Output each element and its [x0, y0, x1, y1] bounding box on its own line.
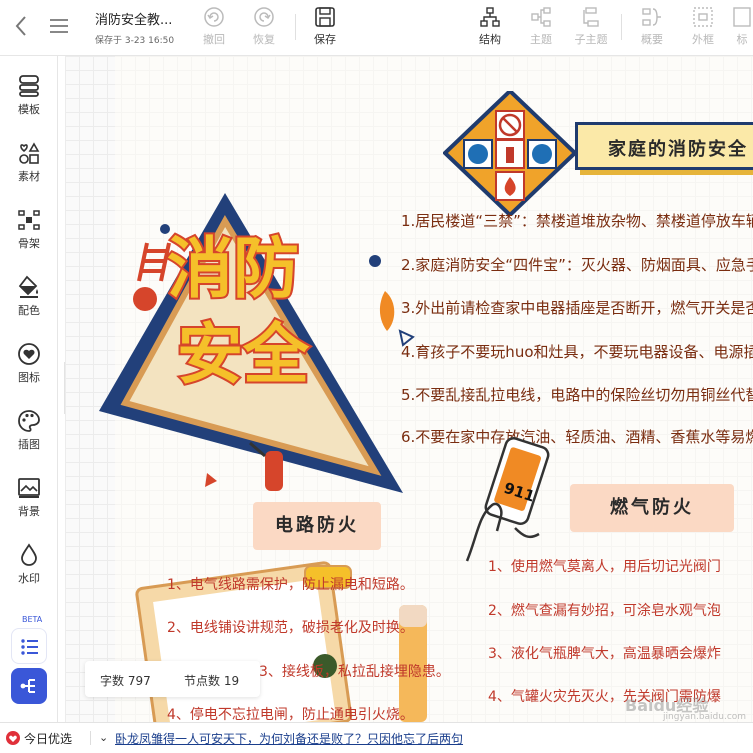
left-sidebar: 模板 素材 骨架 配色 图标 插图 背景 水印 BETA — [0, 56, 58, 722]
subtopic-button[interactable]: 子主题 — [569, 4, 613, 50]
rule-item[interactable]: 1.居民楼道“三禁”：禁楼道堆放杂物、禁楼道停放车辆 — [401, 210, 753, 231]
assets-icon — [19, 142, 40, 164]
gas-tip-item[interactable]: 1、使用燃气莫离人，用后切记光阀门 — [488, 556, 721, 576]
sidebar-item-label: 配色 — [18, 304, 40, 317]
sidebar-item-label: 素材 — [18, 170, 40, 183]
rule-item[interactable]: 4.育孩子不要玩huo和灶具，不要玩电器设备、电源插座 — [401, 341, 753, 362]
circuit-tip-item[interactable]: 2、电线铺设讲规范，破损老化及时换。 — [167, 617, 414, 637]
circuit-section-label: 电路防火 — [275, 515, 359, 536]
gas-tip-item[interactable]: 3、液化气瓶脾气大，高温暴晒会爆炸 — [488, 643, 721, 663]
fire-safety-signs-illustration — [443, 91, 578, 216]
summary-label: 概要 — [641, 33, 663, 46]
sidebar-item-template[interactable]: 模板 — [0, 66, 58, 122]
redo-button[interactable]: 恢复 — [242, 4, 286, 50]
rule-item[interactable]: 6.不要在家中存放汽油、轻质油、酒精、香蕉水等易燃物 — [401, 426, 753, 447]
rule-item[interactable]: 2.家庭消防安全“四件宝”：灭火器、防烟面具、应急手电 — [401, 254, 753, 275]
frame-icon — [693, 7, 713, 27]
sidebar-item-label: 插图 — [18, 438, 40, 451]
undo-icon — [204, 7, 224, 27]
sidebar-item-label: 背景 — [18, 505, 40, 518]
sidebar-item-color[interactable]: 配色 — [0, 267, 58, 323]
heading-badge[interactable]: 家庭的消防安全 — [575, 122, 753, 170]
save-status: 保存于 3-23 16:50 — [95, 36, 175, 46]
sidebar-item-label: 水印 — [18, 572, 40, 585]
news-bar: 今日优选 ⌄ 卧龙凤雏得一人可安天下，为何刘备还是败了？只因他忘了后两句 — [0, 722, 753, 753]
toolbar-divider — [621, 14, 622, 40]
phone-hand-illustration: 911 — [465, 436, 550, 562]
palette-icon — [18, 410, 40, 432]
structure-label: 结构 — [479, 33, 501, 46]
news-bar-label: 今日优选 — [24, 732, 73, 746]
news-headline-link[interactable]: 卧龙凤雏得一人可安天下，为何刘备还是败了？只因他忘了后两句 — [115, 730, 463, 747]
sidebar-item-icons[interactable]: 图标 — [0, 334, 58, 390]
sidebar-item-watermark[interactable]: 水印 — [0, 535, 58, 591]
beta-badge: BETA — [22, 615, 43, 624]
frame-label: 外框 — [692, 33, 714, 46]
structure-icon — [480, 7, 500, 27]
circuit-tip-item[interactable]: 3、接线板，私拉乱接埋隐患。 — [259, 661, 450, 681]
topic-icon — [531, 7, 551, 27]
undo-button[interactable]: 撤回 — [192, 4, 236, 50]
heart-icon — [18, 343, 40, 365]
save-disk-icon — [315, 7, 335, 27]
redo-icon — [254, 7, 274, 27]
color-fill-icon — [18, 275, 38, 298]
sidebar-item-background[interactable]: 背景 — [0, 468, 58, 524]
watermark-icon — [21, 543, 37, 566]
redo-label: 恢复 — [253, 33, 275, 46]
outline-view-button[interactable] — [11, 628, 47, 664]
tag-label: 标 — [736, 33, 748, 46]
sidebar-item-skeleton[interactable]: 骨架 — [0, 200, 58, 256]
list-icon — [21, 639, 38, 655]
structure-button[interactable]: 结构 — [468, 4, 512, 50]
heading-text: 家庭的消防安全 — [608, 139, 748, 160]
node-count: 节点数 19 — [184, 674, 240, 688]
frame-button[interactable]: 外框 — [681, 4, 725, 50]
word-count: 字数 797 — [100, 674, 151, 688]
sidebar-item-assets[interactable]: 素材 — [0, 133, 58, 189]
undo-label: 撤回 — [203, 33, 225, 46]
mindmap-icon — [20, 679, 35, 693]
document-title[interactable]: 消防安全教... — [95, 9, 185, 28]
poster-title-line1: 消防 — [167, 230, 299, 307]
gas-tip-item[interactable]: 2、燃气查漏有妙招，可涂皂水观气泡 — [488, 600, 721, 620]
save-button[interactable]: 保存 — [303, 4, 347, 50]
toolbar-divider — [295, 14, 296, 40]
sidebar-item-illustration[interactable]: 插图 — [0, 401, 58, 457]
summary-icon — [642, 8, 661, 26]
mindmap-canvas[interactable]: 家庭的消防安全 消防 安全 1.居民楼道“三禁”：禁楼道堆放杂物、禁楼道停放车辆… — [65, 56, 753, 722]
news-bar-divider — [90, 731, 91, 745]
save-label: 保存 — [314, 33, 336, 46]
template-icon — [19, 75, 39, 97]
top-toolbar: 消防安全教... 保存于 3-23 16:50 撤回 恢复 保存 结构 主题 子… — [0, 0, 753, 56]
mindmap-view-button[interactable] — [11, 668, 47, 704]
subtopic-icon — [583, 7, 599, 27]
gas-section-label: 燃气防火 — [610, 497, 694, 518]
fire-safety-poster-graphic: 消防 安全 — [99, 193, 415, 493]
sidebar-item-label: 图标 — [18, 371, 40, 384]
heart-badge-icon — [6, 731, 20, 745]
gas-section-title[interactable]: 燃气防火 — [570, 484, 734, 532]
sidebar-item-label: 骨架 — [18, 237, 40, 250]
menu-icon[interactable] — [48, 16, 70, 36]
back-arrow-icon[interactable] — [10, 14, 32, 38]
summary-button[interactable]: 概要 — [630, 4, 674, 50]
poster-title-line2: 安全 — [177, 316, 310, 393]
skeleton-icon — [18, 210, 40, 230]
rule-item[interactable]: 3.外出前请检查家中电器插座是否断开，燃气开关是否关闭 — [401, 297, 753, 318]
topic-button[interactable]: 主题 — [519, 4, 563, 50]
topic-label: 主题 — [530, 33, 552, 46]
tag-icon — [733, 7, 751, 27]
rule-item[interactable]: 5.不要乱接乱拉电线，电路中的保险丝切勿用铜丝代替 — [401, 384, 753, 405]
sidebar-item-label: 模板 — [18, 103, 40, 116]
chevron-down-icon[interactable]: ⌄ — [99, 731, 108, 744]
circuit-section-title[interactable]: 电路防火 — [253, 502, 381, 550]
document-stats-panel: 字数 797 节点数 19 — [85, 661, 260, 697]
background-icon — [18, 478, 40, 498]
circuit-tip-item[interactable]: 4、停电不忘拉电闸，防止通电引火烧。 — [167, 704, 414, 722]
subtopic-label: 子主题 — [574, 33, 608, 46]
tag-button[interactable]: 标 — [731, 4, 753, 50]
watermark-url: jingyan.baidu.com — [663, 712, 747, 722]
circuit-tip-item[interactable]: 1、电气线路需保护，防止漏电和短路。 — [167, 574, 414, 594]
